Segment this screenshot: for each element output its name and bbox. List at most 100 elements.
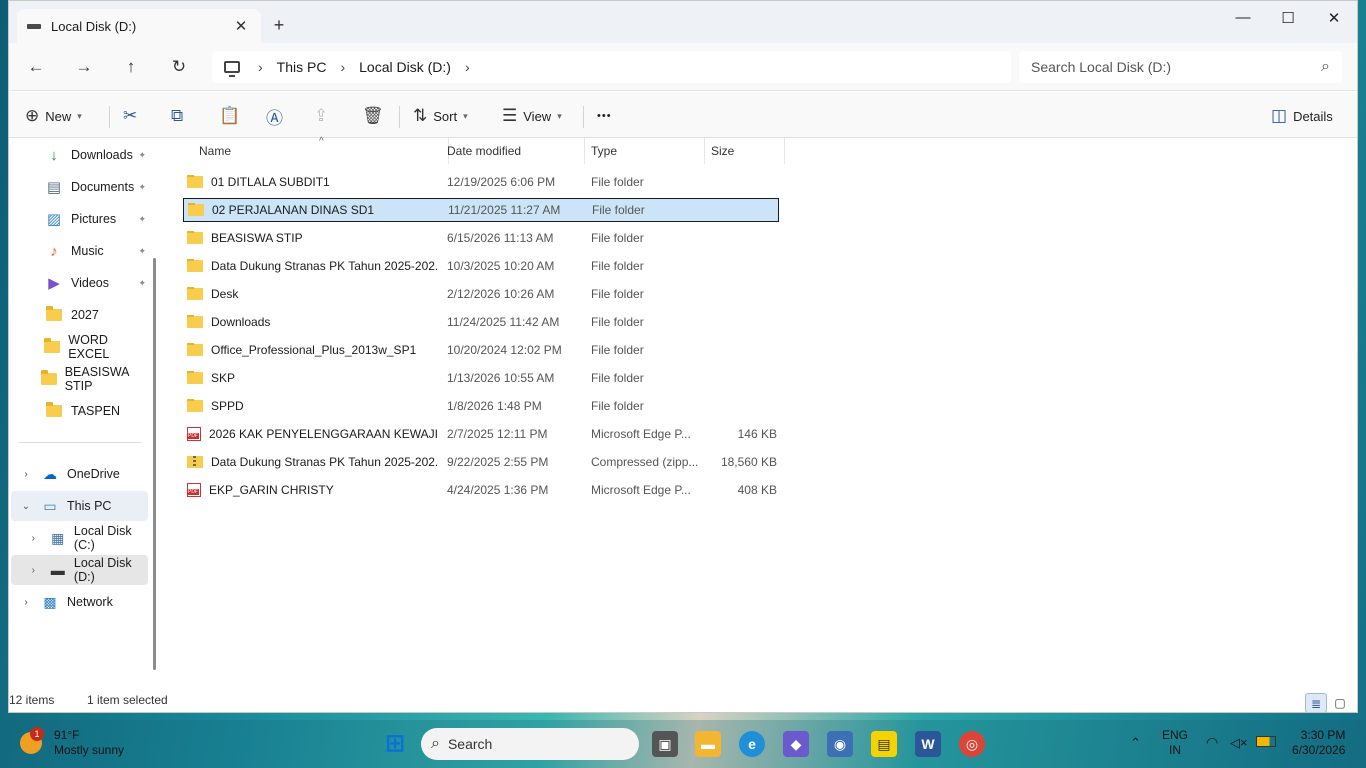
- maximize-button[interactable]: ☐: [1265, 9, 1311, 29]
- new-button[interactable]: ⊕ New ▾: [25, 102, 82, 130]
- pin-icon[interactable]: ✦: [138, 246, 146, 257]
- weather-widget[interactable]: 1 91°F Mostly sunny: [20, 727, 124, 758]
- file-date: 10/3/2025 10:20 AM: [447, 259, 555, 273]
- file-row[interactable]: Downloads 11/24/2025 11:42 AM File folder: [183, 310, 779, 334]
- tree-item[interactable]: › ▬ Local Disk (D:): [11, 555, 148, 585]
- task-view-icon[interactable]: ▣: [652, 731, 678, 757]
- breadcrumb-this-pc[interactable]: This PC: [277, 59, 327, 75]
- sidebar-item[interactable]: TASPEN: [11, 396, 148, 426]
- camera-icon[interactable]: ◉: [827, 731, 853, 757]
- paste-button[interactable]: 📋: [219, 102, 246, 130]
- file-row[interactable]: Office_Professional_Plus_2013w_SP1 10/20/…: [183, 338, 779, 362]
- sidebar-item[interactable]: BEASISWA STIP: [11, 364, 148, 394]
- view-button[interactable]: ☰ View ▾: [502, 102, 562, 130]
- details-pane-button[interactable]: ◫ Details: [1271, 102, 1333, 130]
- copilot-icon[interactable]: ◆: [783, 731, 809, 757]
- new-tab-button[interactable]: +: [269, 15, 289, 36]
- file-type: File folder: [591, 343, 644, 357]
- paste-icon: 📋: [219, 106, 241, 125]
- sidebar-item[interactable]: WORD EXCEL: [11, 332, 148, 362]
- show-hidden-icons-chevron[interactable]: ⌃: [1130, 735, 1141, 750]
- file-row[interactable]: 01 DITLALA SUBDIT1 12/19/2025 6:06 PM File…: [183, 170, 779, 194]
- tree-item[interactable]: ⌄ ▭ This PC: [11, 491, 148, 521]
- file-row[interactable]: SKP 1/13/2026 10:55 AM File folder: [183, 366, 779, 390]
- file-explorer-icon[interactable]: ▬: [695, 731, 721, 757]
- navigation-pane[interactable]: ↓ Downloads ✦ ▤ Documents ✦ ▨ Pictures ✦ ♪ Music ✦ ▶…: [9, 138, 164, 684]
- search-box[interactable]: Search Local Disk (D:) ⌕: [1019, 51, 1342, 83]
- back-button[interactable]: ←: [23, 55, 49, 79]
- more-options-button[interactable]: •••: [597, 102, 612, 130]
- column-header-name[interactable]: Name ^: [193, 136, 449, 164]
- sticky-notes-icon[interactable]: ▤: [871, 731, 897, 757]
- cut-button[interactable]: ✂: [123, 102, 143, 130]
- tree-item[interactable]: › ☁ OneDrive: [11, 459, 148, 489]
- file-name: Office_Professional_Plus_2013w_SP1: [211, 343, 417, 357]
- delete-button[interactable]: 🗑: [362, 102, 390, 130]
- file-row[interactable]: Data Dukung Stranas PK Tahun 2025-202...…: [183, 254, 779, 278]
- chrome-icon[interactable]: ◎: [959, 731, 985, 757]
- windows-start-icon[interactable]: ⊞: [382, 732, 408, 758]
- nav-scrollbar[interactable]: [153, 258, 156, 670]
- up-button[interactable]: ↑: [118, 55, 144, 79]
- file-row[interactable]: SPPD 1/8/2026 1:48 PM File folder: [183, 394, 779, 418]
- minimize-button[interactable]: —: [1220, 9, 1266, 29]
- file-row[interactable]: 02 PERJALANAN DINAS SD1 11/21/2025 11:27 …: [183, 198, 779, 222]
- language-indicator[interactable]: ENG IN: [1162, 728, 1188, 758]
- taskbar-search[interactable]: ⌕ Search: [421, 728, 639, 760]
- navigation-row: ← → ↑ ↻ › This PC › Local Disk (D:) › Se…: [9, 43, 1357, 91]
- file-row[interactable]: 2026 KAK PENYELENGGARAAN KEWAJIB... 2/7/2…: [183, 422, 779, 446]
- clock[interactable]: 3:30 PM 6/30/2026: [1292, 728, 1345, 758]
- file-row[interactable]: Data Dukung Stranas PK Tahun 2025-202...…: [183, 450, 779, 474]
- column-header-date[interactable]: Date modified: [441, 138, 585, 164]
- share-button[interactable]: ⇪: [314, 102, 334, 130]
- chevron-right-icon[interactable]: ›: [19, 597, 33, 608]
- sort-button[interactable]: ⇅ Sort ▾: [413, 102, 468, 130]
- volume-muted-icon[interactable]: ◁×: [1230, 735, 1248, 750]
- pin-icon[interactable]: ✦: [138, 182, 146, 193]
- tab-local-disk-d[interactable]: Local Disk (D:) ✕: [17, 9, 261, 43]
- pin-icon[interactable]: ✦: [138, 214, 146, 225]
- battery-icon[interactable]: [1256, 736, 1276, 747]
- sidebar-item[interactable]: ▶ Videos ✦: [11, 268, 148, 298]
- file-row[interactable]: BEASISWA STIP 6/15/2026 11:13 AM File fold…: [183, 226, 779, 250]
- copy-button[interactable]: ⧉: [171, 102, 189, 130]
- file-row[interactable]: Desk 2/12/2026 10:26 AM File folder: [183, 282, 779, 306]
- sidebar-item[interactable]: 2027: [11, 300, 148, 330]
- chevron-right-icon[interactable]: ›: [27, 565, 40, 576]
- wifi-icon[interactable]: ◠: [1206, 735, 1218, 750]
- chevron-down-icon[interactable]: ⌄: [19, 501, 33, 512]
- details-view-toggle[interactable]: ≣: [1305, 693, 1327, 712]
- sidebar-item[interactable]: ♪ Music ✦: [11, 236, 148, 266]
- tree-item[interactable]: › ▩ Network: [11, 587, 148, 617]
- edge-icon[interactable]: e: [739, 731, 765, 757]
- sidebar-item-label: Music: [71, 244, 104, 258]
- file-date: 4/24/2025 1:36 PM: [447, 483, 549, 497]
- file-name-cell: 2026 KAK PENYELENGGARAAN KEWAJIB...: [187, 427, 437, 441]
- address-bar[interactable]: › This PC › Local Disk (D:) ›: [212, 51, 1011, 83]
- file-date: 9/22/2025 2:55 PM: [447, 455, 549, 469]
- word-icon[interactable]: W: [915, 731, 941, 757]
- taskbar: 1 91°F Mostly sunny ⊞ ⌕ Search ▣ ▬ e ◆ ◉…: [0, 720, 1366, 768]
- file-name: 2026 KAK PENYELENGGARAAN KEWAJIB...: [209, 427, 437, 441]
- forward-button[interactable]: →: [71, 55, 97, 79]
- close-window-button[interactable]: ✕: [1311, 9, 1357, 29]
- pin-icon[interactable]: ✦: [138, 278, 146, 289]
- sidebar-item[interactable]: ▨ Pictures ✦: [11, 204, 148, 234]
- file-row[interactable]: EKP_GARIN CHRISTY 4/24/2025 1:36 PM Micros…: [183, 478, 779, 502]
- breadcrumb-local-disk-d[interactable]: Local Disk (D:): [359, 59, 451, 75]
- column-header-type[interactable]: Type: [585, 138, 705, 164]
- pin-icon[interactable]: ✦: [138, 150, 146, 161]
- sidebar-item-label: BEASISWA STIP: [64, 365, 129, 393]
- tree-item[interactable]: › ▦ Local Disk (C:): [11, 523, 148, 553]
- column-header-size[interactable]: Size: [705, 138, 785, 164]
- sidebar-item[interactable]: ▤ Documents ✦: [11, 172, 148, 202]
- rename-button[interactable]: Ⓐ: [266, 102, 289, 130]
- chevron-right-icon[interactable]: ›: [19, 469, 33, 480]
- chevron-right-icon[interactable]: ›: [27, 533, 40, 544]
- refresh-button[interactable]: ↻: [166, 55, 192, 79]
- breadcrumb-chevron[interactable]: ›: [465, 59, 470, 75]
- large-icons-view-toggle[interactable]: ▢: [1329, 693, 1351, 712]
- close-tab-icon[interactable]: ✕: [231, 17, 251, 35]
- sidebar-item[interactable]: ↓ Downloads ✦: [11, 140, 148, 170]
- file-type: File folder: [592, 203, 645, 217]
